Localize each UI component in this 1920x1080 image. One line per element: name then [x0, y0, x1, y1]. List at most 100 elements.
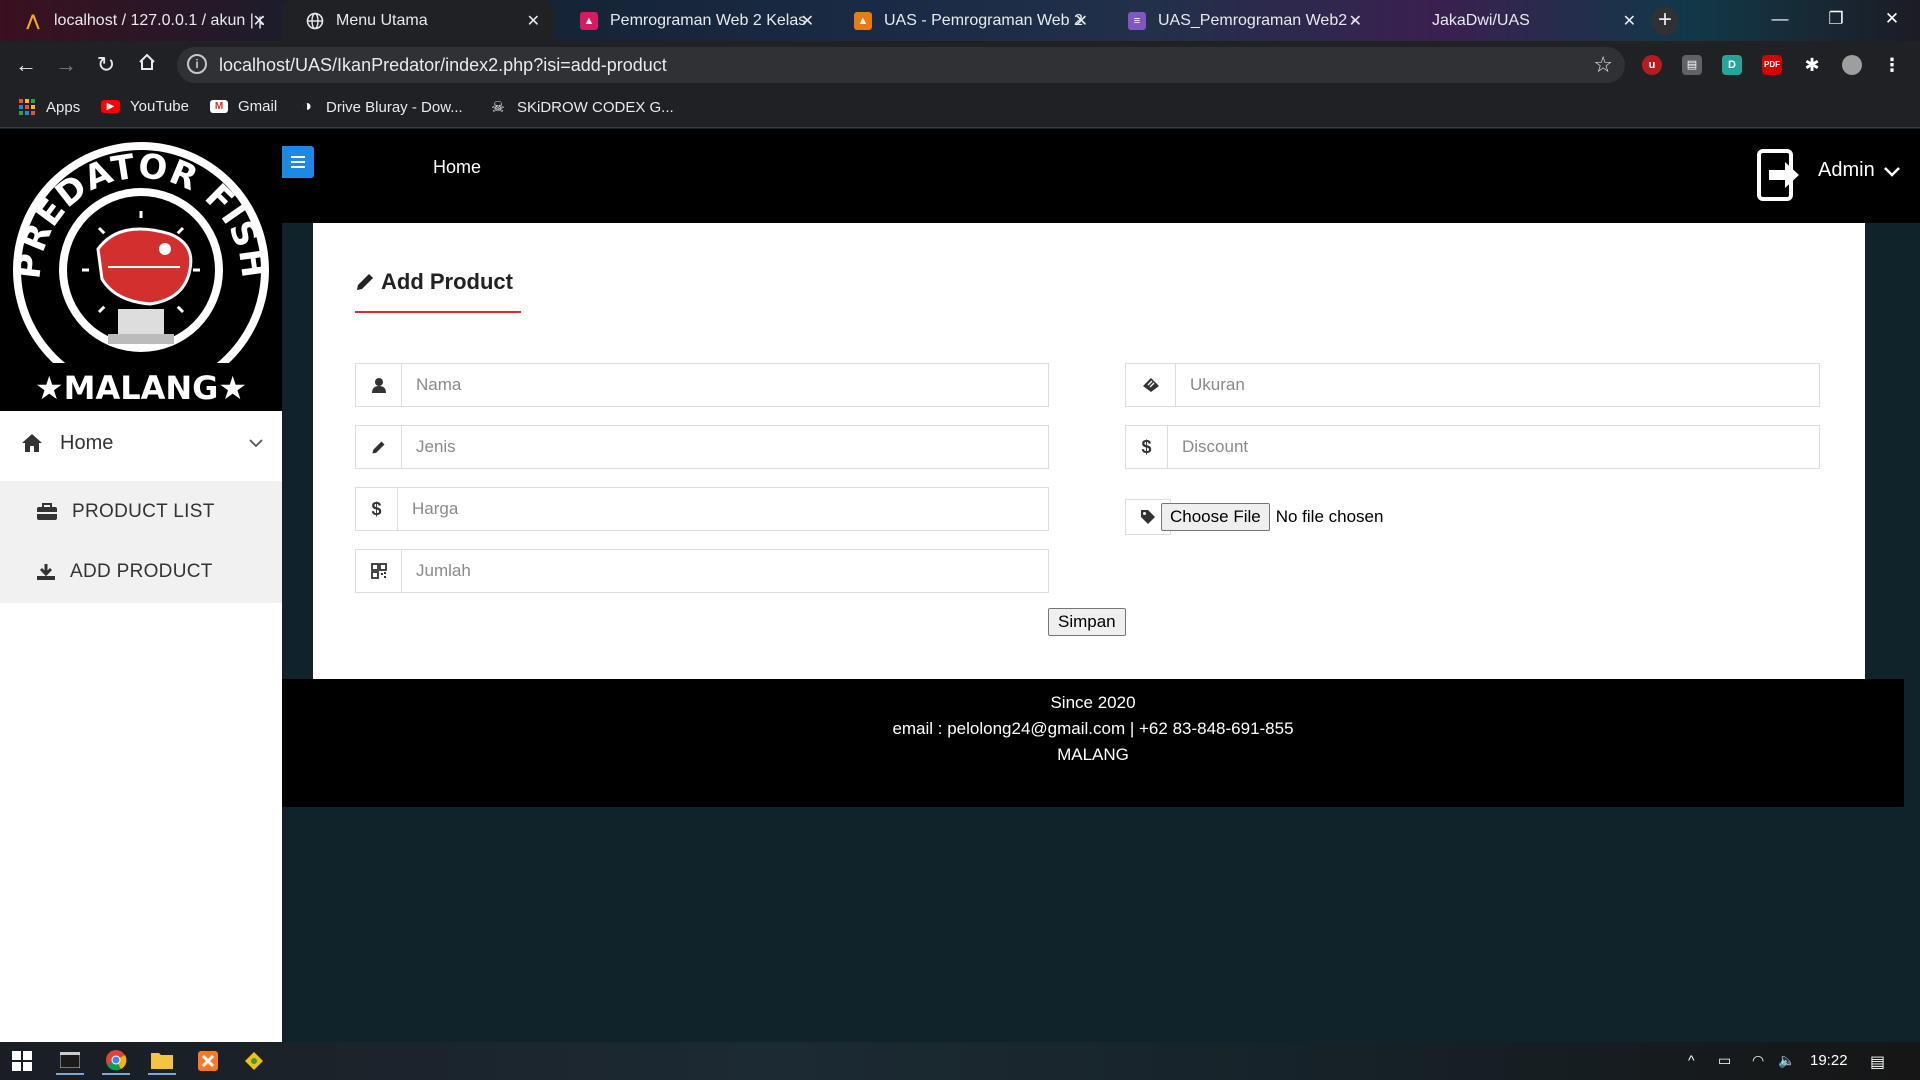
- bookmark-label: Apps: [46, 98, 81, 116]
- close-icon[interactable]: ✕: [1349, 11, 1362, 31]
- top-navbar: Home Admin: [282, 129, 1920, 223]
- harga-input[interactable]: [398, 488, 1048, 530]
- github-icon: [1402, 12, 1420, 30]
- address-bar[interactable]: i localhost/UAS/IkanPredator/index2.php?…: [177, 47, 1625, 83]
- tray-chevron-up-icon[interactable]: ^: [1688, 1052, 1695, 1068]
- terminal-icon[interactable]: [56, 1047, 84, 1075]
- minimize-button[interactable]: —: [1752, 0, 1808, 41]
- d-extension-icon[interactable]: D: [1722, 55, 1742, 75]
- sidebar-item-label: Home: [60, 431, 114, 454]
- add-product-card: Add Product $: [313, 223, 1865, 679]
- page-viewport: PREDATOR FISH ★MALANG★ Home PRODUCT LIST…: [0, 129, 1920, 1042]
- qrcode-icon: [356, 550, 402, 592]
- pencil-icon: [357, 274, 373, 290]
- tab-phpmyadmin[interactable]: ⋀ localhost / 127.0.0.1 / akun | p ✕: [0, 0, 280, 41]
- sidebar-item-add-product[interactable]: ADD PRODUCT: [36, 561, 213, 583]
- footer: Since 2020 email : pelolong24@gmail.com …: [282, 679, 1904, 807]
- menu-dots-icon[interactable]: ⋮: [1882, 55, 1902, 75]
- sidebar-toggle-button[interactable]: [282, 146, 314, 178]
- bookmark-star-icon[interactable]: ☆: [1593, 52, 1613, 78]
- tab-title: UAS_Pemrograman Web2 - Go: [1158, 11, 1358, 29]
- close-icon[interactable]: ✕: [801, 11, 814, 31]
- dollar-icon: $: [356, 488, 398, 530]
- windows-taskbar: ^ ▭ ◠ 🔈 19:22 ▤: [0, 1042, 1920, 1080]
- browser-tab-strip: ⋀ localhost / 127.0.0.1 / akun | p ✕ Men…: [0, 0, 1920, 41]
- bookmark-apps[interactable]: Apps: [18, 98, 80, 116]
- restore-button[interactable]: ❐: [1808, 0, 1864, 41]
- logout-icon[interactable]: [1757, 149, 1803, 201]
- choose-file-button[interactable]: Choose File: [1161, 503, 1270, 531]
- git-icon[interactable]: [240, 1047, 268, 1075]
- bookmark-skidrow[interactable]: ☠ SKiDROW CODEX G...: [489, 98, 674, 117]
- close-icon[interactable]: ✕: [1623, 11, 1636, 31]
- nama-input[interactable]: [402, 364, 1048, 406]
- url-text[interactable]: localhost/UAS/IkanPredator/index2.php?is…: [219, 55, 667, 76]
- globe-icon: [306, 12, 324, 30]
- classroom-icon: ▲: [854, 11, 872, 30]
- skidrow-icon: ☠: [491, 99, 505, 116]
- tab-title: Menu Utama: [336, 11, 428, 29]
- predator-fish-logo: PREDATOR FISH ★MALANG★: [0, 129, 282, 411]
- tab-title: localhost / 127.0.0.1 / akun | p: [54, 11, 264, 29]
- ticket-icon: [1126, 364, 1176, 406]
- volume-icon[interactable]: 🔈: [1778, 1052, 1795, 1069]
- jenis-input[interactable]: [402, 426, 1048, 468]
- new-tab-button[interactable]: +: [1651, 7, 1679, 35]
- tab-uas-pemrograman[interactable]: ▲ UAS - Pemrograman Web 2 ✕: [830, 0, 1102, 41]
- admin-user-menu[interactable]: Admin: [1818, 159, 1901, 182]
- tab-google-forms[interactable]: ≡ UAS_Pemrograman Web2 - Go ✕: [1104, 0, 1376, 41]
- home-button[interactable]: [133, 51, 161, 79]
- sidebar: PREDATOR FISH ★MALANG★ Home PRODUCT LIST…: [0, 129, 282, 1042]
- xampp-icon[interactable]: [194, 1047, 222, 1075]
- nama-input-group: [355, 363, 1049, 407]
- nav-home-link[interactable]: Home: [433, 157, 481, 178]
- bookmark-label: SKiDROW CODEX G...: [517, 98, 674, 116]
- wifi-icon[interactable]: ◠: [1752, 1052, 1764, 1069]
- jenis-input-group: [355, 425, 1049, 469]
- puzzle-icon[interactable]: ✱: [1802, 55, 1822, 75]
- bookmark-youtube[interactable]: ▶ YouTube: [101, 98, 189, 115]
- tab-github[interactable]: JakaDwi/UAS ✕: [1378, 0, 1650, 41]
- window-close-button[interactable]: ✕: [1864, 0, 1920, 41]
- chevron-down-icon: [249, 439, 263, 448]
- home-icon: [22, 434, 42, 452]
- back-button[interactable]: ←: [12, 51, 40, 79]
- simpan-button[interactable]: Simpan: [1048, 608, 1126, 636]
- phpmyadmin-icon: ⋀: [26, 12, 40, 30]
- close-icon[interactable]: ✕: [1075, 11, 1088, 31]
- bluray-icon: ◑: [302, 98, 312, 115]
- ukuran-input[interactable]: [1176, 364, 1819, 406]
- reload-button[interactable]: ↻: [92, 51, 120, 79]
- info-icon[interactable]: i: [187, 54, 207, 74]
- profile-avatar[interactable]: [1842, 55, 1862, 75]
- sidebar-submenu: PRODUCT LIST ADD PRODUCT: [0, 481, 282, 603]
- ukuran-input-group: [1125, 363, 1820, 407]
- file-explorer-icon[interactable]: [148, 1047, 176, 1075]
- close-icon[interactable]: ✕: [253, 11, 266, 31]
- footer-since: Since 2020: [1050, 693, 1136, 712]
- cast-icon[interactable]: ▤: [1682, 55, 1702, 75]
- windows-start-icon[interactable]: [8, 1047, 36, 1075]
- bookmark-gmail[interactable]: M Gmail: [210, 98, 277, 115]
- footer-city: MALANG: [1057, 745, 1129, 764]
- forward-button[interactable]: →: [52, 51, 80, 79]
- pdf-icon[interactable]: PDF: [1762, 55, 1782, 75]
- notification-icon[interactable]: ▤: [1870, 1052, 1885, 1072]
- page-title: Add Product: [381, 269, 513, 294]
- tab-menu-utama[interactable]: Menu Utama ✕: [282, 0, 554, 41]
- bookmark-drive-bluray[interactable]: ◑ Drive Bluray - Dow...: [298, 98, 463, 116]
- ublock-icon[interactable]: u: [1642, 55, 1662, 75]
- chrome-icon[interactable]: [102, 1047, 130, 1075]
- file-status: No file chosen: [1275, 507, 1384, 526]
- sidebar-item-product-list[interactable]: PRODUCT LIST: [36, 501, 215, 523]
- jumlah-input[interactable]: [402, 550, 1048, 592]
- battery-icon[interactable]: ▭: [1718, 1052, 1731, 1069]
- discount-input[interactable]: [1168, 426, 1819, 468]
- apps-grid-icon: [18, 98, 36, 116]
- close-icon[interactable]: ✕: [527, 11, 540, 31]
- discount-input-group: $: [1125, 425, 1820, 469]
- pencil-icon: [356, 426, 402, 468]
- sidebar-item-home[interactable]: Home: [0, 412, 282, 474]
- tab-pemrograman-web-2[interactable]: ▲ Pemrograman Web 2 Kelas B ✕: [556, 0, 828, 41]
- clock[interactable]: 19:22: [1810, 1052, 1848, 1069]
